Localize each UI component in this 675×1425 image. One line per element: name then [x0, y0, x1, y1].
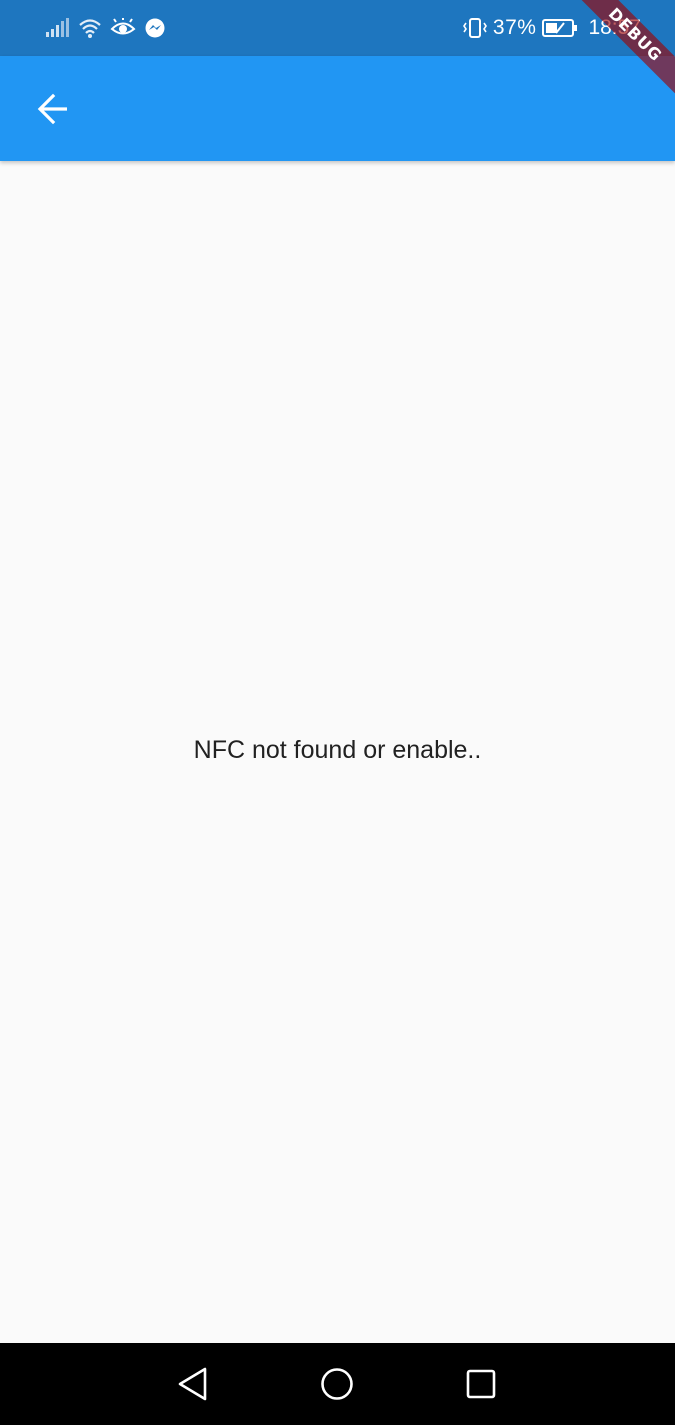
- arrow-back-icon: [37, 93, 67, 125]
- battery-icon: [542, 18, 578, 38]
- status-bar: 37% 18:57: [0, 0, 675, 56]
- battery-percent: 37%: [492, 16, 537, 39]
- wifi-icon: [78, 17, 102, 39]
- messenger-icon: [144, 17, 166, 39]
- navigation-bar: [0, 1343, 675, 1425]
- home-circle-icon: [321, 1368, 353, 1400]
- back-button[interactable]: [22, 78, 84, 140]
- nav-home-button[interactable]: [315, 1362, 359, 1406]
- nav-recents-button[interactable]: [459, 1362, 503, 1406]
- nfc-status-message: NFC not found or enable..: [193, 736, 482, 764]
- app-bar: [0, 56, 675, 161]
- signal-icon: [46, 18, 70, 38]
- status-icons-left: [46, 14, 166, 42]
- screen: 37% 18:57 NFC not found or enable..: [0, 0, 675, 1425]
- vibrate-icon: [462, 17, 487, 39]
- nav-back-button[interactable]: [171, 1362, 215, 1406]
- main-content: NFC not found or enable..: [0, 161, 675, 1343]
- back-triangle-icon: [178, 1367, 207, 1401]
- recents-square-icon: [466, 1369, 496, 1399]
- eye-icon: [110, 18, 136, 38]
